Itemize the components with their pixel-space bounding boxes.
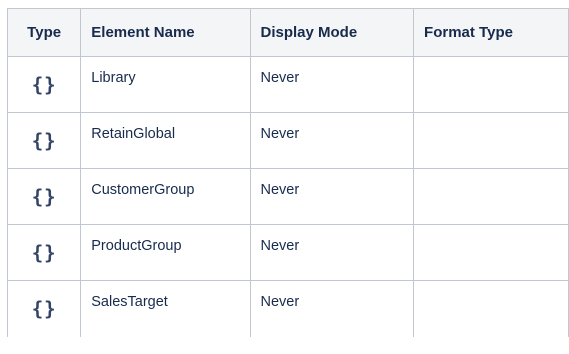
- table-row: {} ProductGroup Never: [6, 224, 569, 281]
- type-cell: {}: [6, 168, 82, 225]
- table-row: {} RetainGlobal Never: [6, 112, 569, 169]
- format-type-cell: [413, 56, 569, 113]
- elements-table: Type Element Name Display Mode Format Ty…: [6, 8, 569, 337]
- column-header-type[interactable]: Type: [6, 8, 82, 57]
- type-cell: {}: [6, 280, 82, 337]
- table-header-row: Type Element Name Display Mode Format Ty…: [6, 8, 569, 57]
- type-cell: {}: [6, 224, 82, 281]
- display-mode-cell: Never: [249, 168, 415, 225]
- curly-braces-icon: {}: [31, 240, 57, 265]
- format-type-cell: [413, 112, 569, 169]
- element-name-cell: ProductGroup: [80, 224, 251, 281]
- display-mode-cell: Never: [249, 56, 415, 113]
- table-row: {} Library Never: [6, 56, 569, 113]
- column-header-display-mode[interactable]: Display Mode: [249, 8, 415, 57]
- format-type-cell: [413, 224, 569, 281]
- display-mode-cell: Never: [249, 112, 415, 169]
- format-type-cell: [413, 168, 569, 225]
- curly-braces-icon: {}: [31, 184, 57, 209]
- element-name-cell: Library: [80, 56, 251, 113]
- column-header-element-name[interactable]: Element Name: [80, 8, 251, 57]
- element-name-cell: RetainGlobal: [80, 112, 251, 169]
- display-mode-cell: Never: [249, 280, 415, 337]
- curly-braces-icon: {}: [31, 128, 57, 153]
- type-cell: {}: [6, 56, 82, 113]
- element-name-cell: CustomerGroup: [80, 168, 251, 225]
- element-name-cell: SalesTarget: [80, 280, 251, 337]
- column-header-format-type[interactable]: Format Type: [413, 8, 569, 57]
- table-row: {} CustomerGroup Never: [6, 168, 569, 225]
- table-row: {} SalesTarget Never: [6, 280, 569, 337]
- display-mode-cell: Never: [249, 224, 415, 281]
- curly-braces-icon: {}: [31, 72, 57, 97]
- type-cell: {}: [6, 112, 82, 169]
- format-type-cell: [413, 280, 569, 337]
- curly-braces-icon: {}: [31, 297, 57, 321]
